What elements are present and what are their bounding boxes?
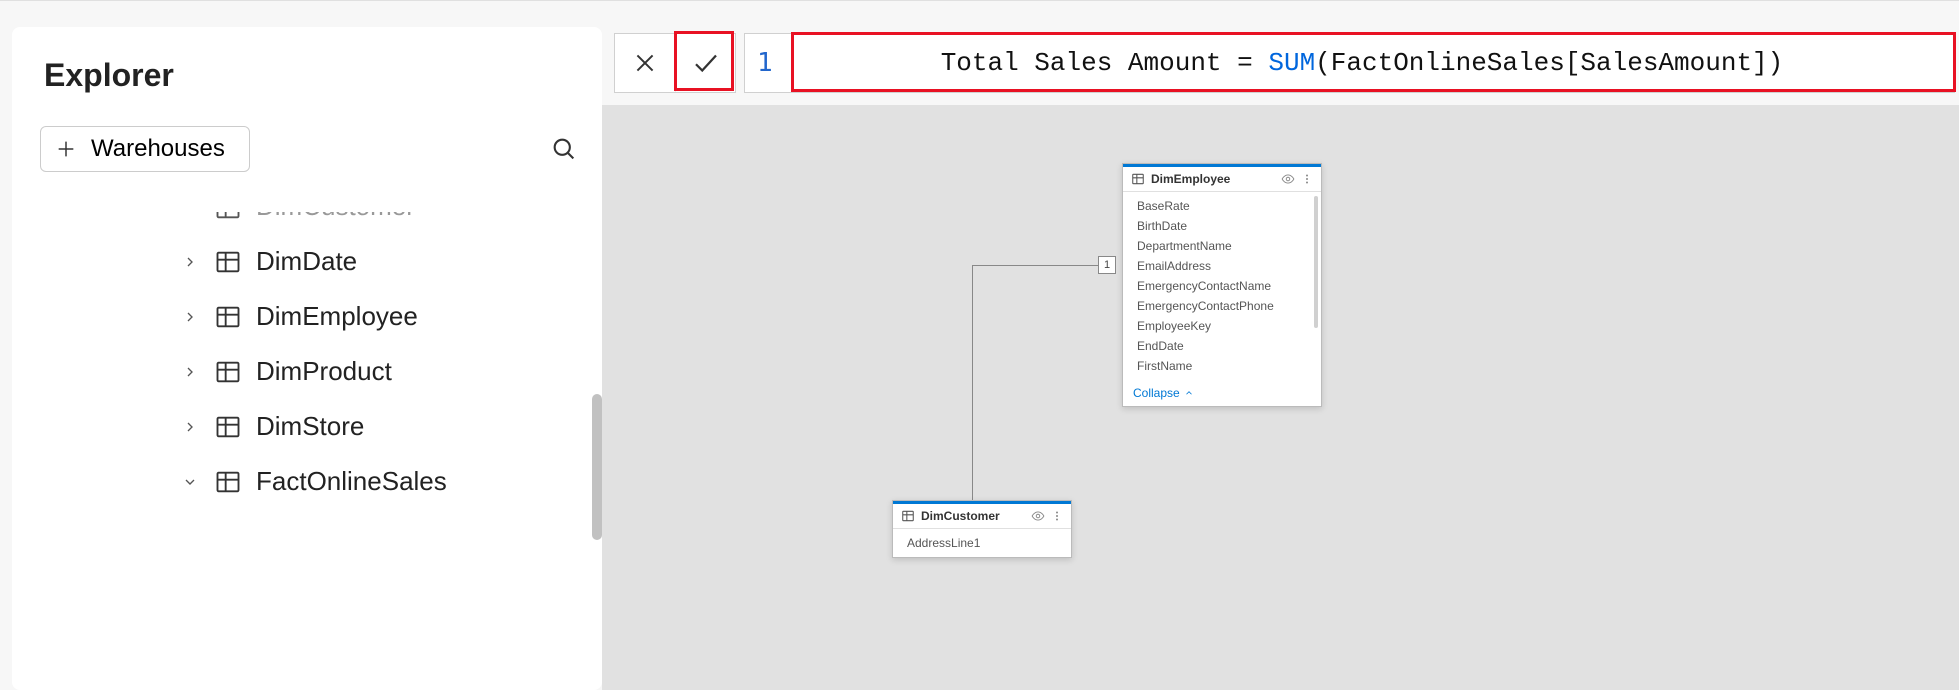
- tree-item-label: DimProduct: [256, 356, 392, 387]
- sidebar-scrollbar[interactable]: [592, 394, 602, 540]
- tree-item[interactable]: DimEmployee: [40, 289, 584, 344]
- entity-field[interactable]: BaseRate: [1137, 196, 1321, 216]
- entity-field[interactable]: EndDate: [1137, 336, 1321, 356]
- warehouses-label: Warehouses: [91, 135, 225, 163]
- entity-title: DimEmployee: [1151, 172, 1230, 186]
- plus-icon: [55, 138, 77, 160]
- tree-item[interactable]: FactOnlineSales: [40, 454, 584, 509]
- chevron-right-icon: [180, 419, 200, 435]
- model-canvas-area: 1 Total Sales Amount = SUM(FactOnlineSal…: [602, 9, 1959, 690]
- entity-field[interactable]: EmailAddress: [1137, 256, 1321, 276]
- warehouses-button[interactable]: Warehouses: [40, 126, 250, 172]
- tok-measure: Total Sales Amount: [941, 48, 1222, 78]
- formula-bar: 1 Total Sales Amount = SUM(FactOnlineSal…: [614, 33, 1955, 93]
- explorer-panel: Explorer Warehouses DimCustomer: [12, 27, 602, 690]
- tree-item-label: DimCustomer: [256, 212, 415, 222]
- entity-field[interactable]: AddressLine1: [907, 533, 1071, 553]
- close-icon: [632, 50, 658, 76]
- more-icon[interactable]: [1051, 509, 1063, 523]
- more-icon[interactable]: [1301, 172, 1313, 186]
- tok-ref: FactOnlineSales[SalesAmount]: [1331, 48, 1768, 78]
- table-tree: DimCustomer DimDate DimEmployee: [40, 212, 584, 509]
- relationship-line: [972, 265, 1116, 266]
- tok-open: (: [1315, 48, 1331, 78]
- entity-field[interactable]: EmergencyContactName: [1137, 276, 1321, 296]
- table-icon: [214, 413, 242, 441]
- tok-eq: =: [1222, 48, 1269, 78]
- eye-icon[interactable]: [1031, 509, 1045, 523]
- entity-card-dimemployee[interactable]: DimEmployee BaseRate BirthDate Departmen…: [1122, 163, 1322, 407]
- collapse-button[interactable]: Collapse: [1123, 380, 1321, 406]
- table-icon: [1131, 172, 1145, 186]
- formula-code: Total Sales Amount = SUM(FactOnlineSales…: [785, 18, 1784, 108]
- chevron-right-icon: [180, 364, 200, 380]
- relationship-line: [972, 265, 973, 525]
- tree-item[interactable]: DimDate: [40, 234, 584, 289]
- entity-field[interactable]: DepartmentName: [1137, 236, 1321, 256]
- table-icon: [214, 212, 242, 222]
- relationship-cardinality: 1: [1098, 256, 1116, 274]
- chevron-right-icon: [180, 254, 200, 270]
- formula-input[interactable]: 1 Total Sales Amount = SUM(FactOnlineSal…: [744, 33, 1955, 93]
- entity-card-dimcustomer[interactable]: DimCustomer AddressLine1: [892, 500, 1072, 558]
- table-icon: [214, 303, 242, 331]
- cancel-button[interactable]: [615, 34, 675, 92]
- search-button[interactable]: [544, 129, 584, 169]
- tree-item-label: DimDate: [256, 246, 357, 277]
- chevron-right-icon: [180, 309, 200, 325]
- tree-item[interactable]: DimProduct: [40, 344, 584, 399]
- commit-button[interactable]: [675, 34, 735, 92]
- entity-scrollbar[interactable]: [1314, 196, 1318, 328]
- tree-item-label: DimEmployee: [256, 301, 418, 332]
- line-number: 1: [745, 48, 785, 78]
- entity-field[interactable]: FirstName: [1137, 356, 1321, 376]
- table-icon: [214, 248, 242, 276]
- tok-func: SUM: [1268, 48, 1315, 78]
- table-icon: [214, 468, 242, 496]
- explorer-title: Explorer: [44, 57, 584, 94]
- chevron-down-icon: [180, 474, 200, 490]
- tree-item-cutoff[interactable]: DimCustomer: [40, 212, 584, 234]
- table-icon: [214, 358, 242, 386]
- entity-title: DimCustomer: [921, 509, 1000, 523]
- tok-close: ): [1768, 48, 1784, 78]
- eye-icon[interactable]: [1281, 172, 1295, 186]
- entity-field[interactable]: BirthDate: [1137, 216, 1321, 236]
- tree-item-label: DimStore: [256, 411, 364, 442]
- tree-item[interactable]: DimStore: [40, 399, 584, 454]
- entity-field[interactable]: EmergencyContactPhone: [1137, 296, 1321, 316]
- check-icon: [691, 48, 721, 78]
- entity-field[interactable]: EmployeeKey: [1137, 316, 1321, 336]
- chevron-up-icon: [1184, 388, 1194, 398]
- tree-item-label: FactOnlineSales: [256, 466, 447, 497]
- diagram-canvas[interactable]: 1 DimEmployee: [602, 105, 1959, 690]
- search-icon: [550, 135, 578, 163]
- collapse-label: Collapse: [1133, 386, 1180, 400]
- table-icon: [901, 509, 915, 523]
